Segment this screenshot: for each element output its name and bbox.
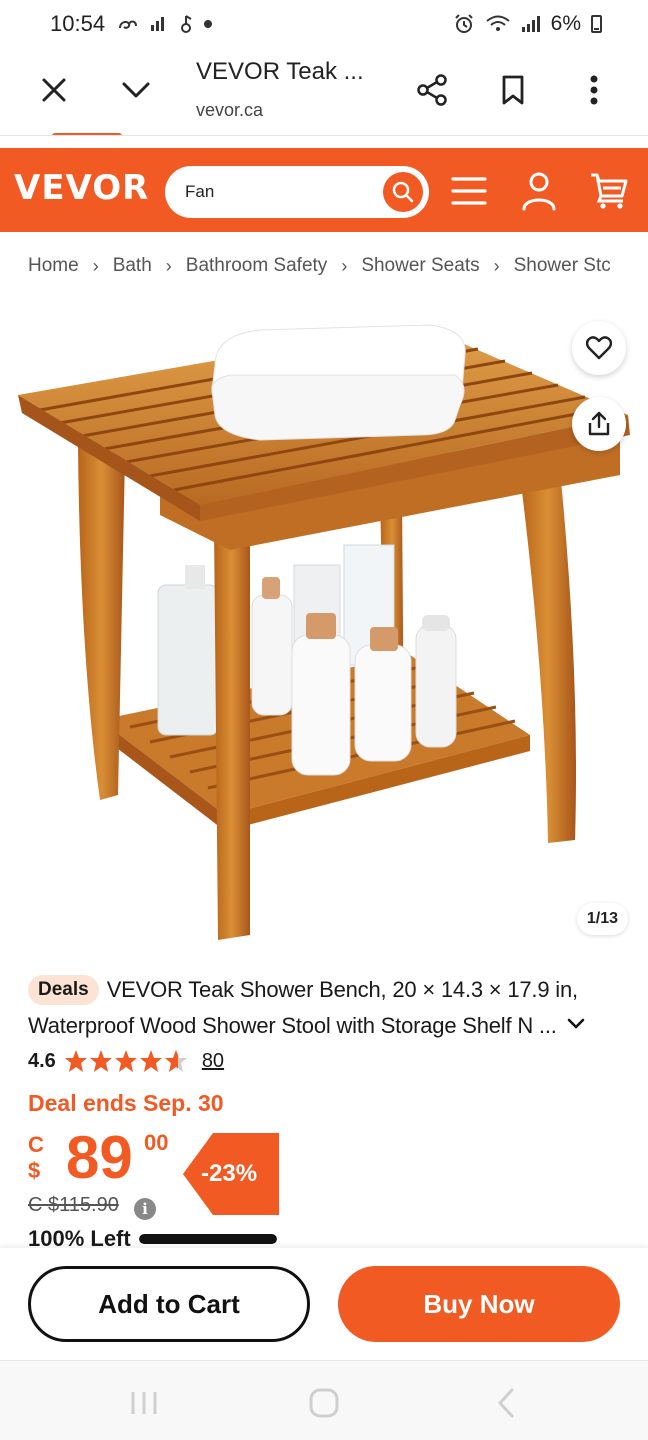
star-rating <box>64 1049 188 1073</box>
chevron-right-icon: › <box>92 255 99 276</box>
home-button[interactable] <box>302 1381 346 1425</box>
star-icon <box>64 1050 87 1072</box>
notification-icons <box>117 14 213 34</box>
divider <box>0 135 648 136</box>
browser-toolbar: VEVOR Teak ... vevor.ca <box>0 48 648 134</box>
add-to-cart-button[interactable]: Add to Cart <box>28 1266 310 1342</box>
wifi-icon <box>486 15 510 31</box>
more-options-button[interactable] <box>570 66 618 114</box>
heart-icon <box>586 336 612 360</box>
info-icon[interactable]: i <box>134 1198 156 1220</box>
breadcrumb-bathroom-safety[interactable]: Bathroom Safety <box>186 255 328 277</box>
image-counter: 1/13 <box>576 903 628 935</box>
product-image-carousel[interactable]: 1/13 <box>0 295 648 955</box>
vevor-logo[interactable]: VEVOR <box>14 168 149 208</box>
cart-icon <box>591 173 628 209</box>
dot-icon <box>204 20 213 28</box>
search-button[interactable] <box>383 172 423 212</box>
recent-apps-icon <box>131 1392 157 1414</box>
status-time: 10:54 <box>50 11 106 36</box>
bookmark-icon <box>502 75 524 105</box>
stock-progress-fill <box>138 1234 277 1244</box>
breadcrumb-shower-seats[interactable]: Shower Seats <box>361 255 479 277</box>
wishlist-button[interactable] <box>572 321 626 375</box>
back-icon <box>497 1388 514 1418</box>
upload-share-icon <box>588 411 610 436</box>
minimize-tab-button[interactable] <box>112 66 160 114</box>
deal-ends-label: Deal ends Sep. 30 <box>28 1090 224 1116</box>
discount-badge: -23% <box>183 1133 279 1215</box>
deals-badge: Deals <box>28 975 99 1005</box>
alarm-icon <box>454 14 473 33</box>
notification-a-icon <box>119 20 138 29</box>
chevron-right-icon: › <box>493 255 500 276</box>
rating-value: 4.6 <box>28 1049 56 1072</box>
menu-button[interactable] <box>446 168 492 214</box>
product-photo <box>18 324 630 940</box>
breadcrumb-home[interactable]: Home <box>28 255 79 277</box>
recent-apps-button[interactable] <box>122 1381 166 1425</box>
product-title-block[interactable]: Deals VEVOR Teak Shower Bench, 20 × 14.3 … <box>28 972 628 1044</box>
system-navigation-bar <box>0 1360 648 1440</box>
breadcrumb: Home › Bath › Bathroom Safety › Shower S… <box>28 252 628 280</box>
star-half-icon <box>164 1050 187 1072</box>
price-whole: 89 <box>66 1124 133 1191</box>
review-count-link[interactable]: 80 <box>202 1050 224 1073</box>
cell-signal-icon <box>521 16 540 32</box>
close-icon <box>42 78 66 102</box>
rating-row[interactable]: 4.6 80 <box>28 1046 224 1076</box>
music-icon <box>181 15 192 33</box>
star-icon <box>89 1050 112 1072</box>
scroll-indicator <box>52 133 122 139</box>
menu-icon <box>451 177 487 205</box>
close-tab-button[interactable] <box>30 66 78 114</box>
more-vertical-icon <box>590 75 598 105</box>
battery-icon <box>591 15 602 33</box>
star-icon <box>139 1050 162 1072</box>
home-icon <box>309 1388 339 1418</box>
share-icon <box>417 74 447 106</box>
chevron-down-icon[interactable] <box>567 1017 585 1031</box>
product-title: VEVOR Teak Shower Bench, 20 × 14.3 × 17.… <box>28 977 578 1038</box>
star-icon <box>114 1050 137 1072</box>
discount-percent: -23% <box>201 1160 258 1187</box>
price-currency: C $ <box>28 1132 44 1183</box>
search-input[interactable] <box>185 176 375 208</box>
chevron-right-icon: › <box>165 255 172 276</box>
back-button[interactable] <box>484 1381 528 1425</box>
site-header: VEVOR <box>0 148 648 232</box>
page-title: VEVOR Teak ... <box>196 58 364 85</box>
search-icon <box>392 181 414 203</box>
battery-percent: 6% <box>550 12 581 35</box>
signal-icon <box>151 17 165 31</box>
bookmark-button[interactable] <box>489 66 537 114</box>
breadcrumb-shower-stool[interactable]: Shower Stc <box>514 255 611 277</box>
buy-now-button[interactable]: Buy Now <box>338 1266 620 1342</box>
cart-button[interactable] <box>586 168 632 214</box>
purchase-action-bar: Add to Cart Buy Now <box>0 1248 648 1360</box>
breadcrumb-bath[interactable]: Bath <box>113 255 152 277</box>
search-box[interactable] <box>165 166 429 218</box>
page-url[interactable]: vevor.ca <box>196 100 263 121</box>
account-button[interactable] <box>516 168 562 214</box>
share-product-button[interactable] <box>572 397 626 451</box>
price-cents: 00 <box>144 1130 169 1155</box>
original-price: C $115.90 <box>28 1194 119 1216</box>
chevron-down-icon <box>122 82 150 98</box>
stock-progress-bar <box>138 1234 277 1244</box>
status-bar: 10:54 6% <box>0 0 648 48</box>
share-button[interactable] <box>408 66 456 114</box>
chevron-right-icon: › <box>341 255 348 276</box>
user-icon <box>522 172 556 211</box>
